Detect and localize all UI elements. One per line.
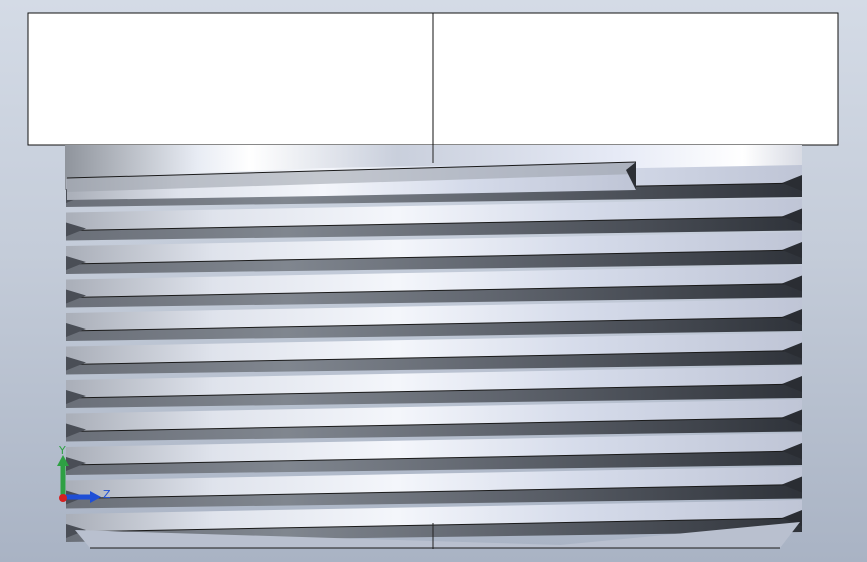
x-axis-dot — [59, 494, 67, 502]
graphics-viewport[interactable]: Y Z — [0, 0, 867, 562]
thread-region[interactable] — [65, 165, 803, 548]
y-axis-label: Y — [58, 444, 66, 457]
z-axis-label: Z — [103, 488, 111, 501]
model-canvas[interactable]: Y Z — [0, 0, 867, 562]
hex-body[interactable] — [27, 12, 839, 146]
